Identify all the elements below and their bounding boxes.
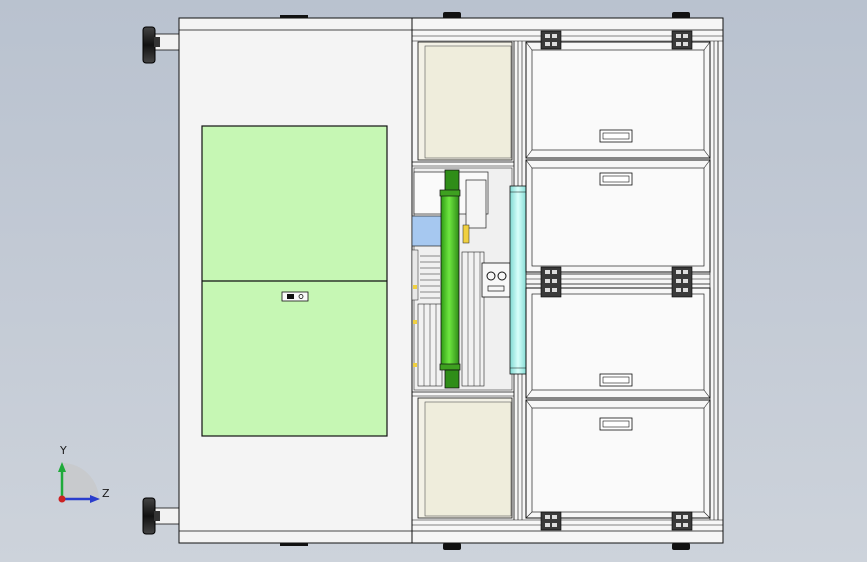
drawer-2[interactable]: [525, 159, 711, 273]
left-feet: [142, 26, 180, 535]
cad-viewport[interactable]: Y Z: [0, 0, 867, 562]
drawer-3[interactable]: [525, 287, 711, 399]
green-cylinder[interactable]: [439, 169, 461, 389]
orientation-triad[interactable]: [58, 462, 100, 503]
drawer-1[interactable]: [525, 41, 711, 159]
green-access-panel[interactable]: [201, 125, 388, 437]
triad-z-label: Z: [102, 487, 110, 500]
drawer-4[interactable]: [525, 399, 711, 519]
cad-model-drawing[interactable]: [0, 0, 867, 562]
triad-y-label: Y: [60, 444, 67, 457]
mechanism-assembly: [411, 167, 513, 391]
cyan-cylinder[interactable]: [509, 185, 527, 375]
